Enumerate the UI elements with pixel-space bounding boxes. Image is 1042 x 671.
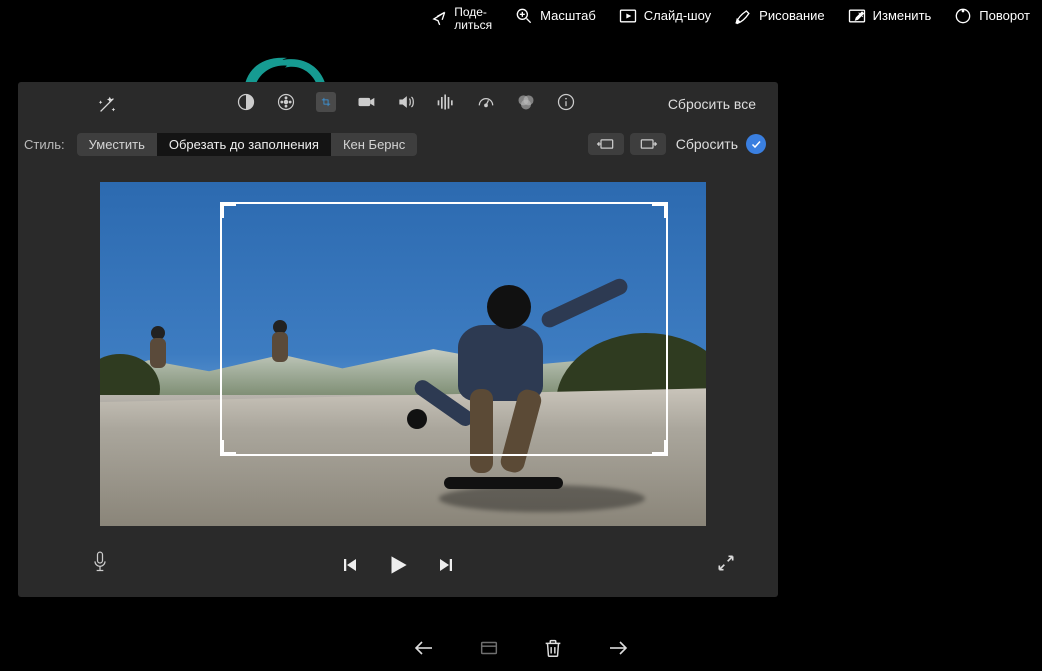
crop-handle-br[interactable]: [652, 440, 668, 456]
magic-wand-button[interactable]: [96, 94, 118, 121]
play-button[interactable]: [385, 552, 411, 578]
crop-to-fill-option[interactable]: Обрезать до заполнения: [157, 133, 331, 156]
share-icon: [428, 9, 448, 29]
top-menu-bar: Поде- литься Масштаб Слайд-шоу Рисование…: [0, 0, 1042, 38]
crop-frame[interactable]: [220, 202, 668, 456]
crop-button[interactable]: [316, 92, 336, 112]
rotate-ccw-button[interactable]: [588, 133, 624, 155]
volume-button[interactable]: [396, 92, 416, 112]
adjust-toolbar: Сбросить все: [18, 82, 778, 126]
zoom-icon: [514, 6, 534, 26]
share-label: Поде- литься: [454, 6, 492, 32]
reset-crop-button[interactable]: Сбросить: [676, 136, 738, 152]
crop-handle-tr[interactable]: [652, 202, 668, 218]
draw-label: Рисование: [759, 9, 824, 23]
color-filter-button[interactable]: [516, 92, 536, 112]
fit-option[interactable]: Уместить: [77, 133, 157, 156]
next-frame-button[interactable]: [437, 556, 455, 574]
ken-burns-option[interactable]: Кен Бернс: [331, 133, 417, 156]
rotate-label: Поворот: [979, 9, 1030, 23]
stabilization-button[interactable]: [356, 92, 376, 112]
noise-reduction-button[interactable]: [436, 92, 456, 112]
forward-buttonパ[interactable]: [606, 636, 630, 660]
share-button[interactable]: Поде- литься: [428, 6, 492, 32]
fullscreen-button[interactable]: [716, 553, 736, 578]
crop-style-row: Стиль: Уместить Обрезать до заполнения К…: [18, 126, 778, 162]
crop-handle-tl[interactable]: [220, 202, 236, 218]
info-button[interactable]: [556, 92, 576, 112]
style-label: Стиль:: [24, 137, 65, 152]
voiceover-button[interactable]: [90, 550, 110, 581]
reset-all-button[interactable]: Сбросить все: [668, 96, 756, 112]
rotate-icon: [953, 6, 973, 26]
collection-button[interactable]: [478, 637, 500, 659]
zoom-button[interactable]: Масштаб: [514, 6, 596, 26]
speed-button[interactable]: [476, 92, 496, 112]
slideshow-icon: [618, 6, 638, 26]
zoom-label: Масштаб: [540, 9, 596, 23]
rotate-button[interactable]: Поворот: [953, 6, 1030, 26]
video-preview[interactable]: [100, 182, 706, 526]
viewer-bottom-bar: [0, 625, 1042, 671]
slideshow-button[interactable]: Слайд-шоу: [618, 6, 711, 26]
slideshow-label: Слайд-шоу: [644, 9, 711, 23]
prev-frame-button[interactable]: [341, 556, 359, 574]
rotate-cw-button[interactable]: [630, 133, 666, 155]
color-correction-button[interactable]: [276, 92, 296, 112]
edit-icon: [847, 6, 867, 26]
playback-bar: [18, 545, 778, 585]
video-editor-panel: Сбросить все Стиль: Уместить Обрезать до…: [18, 82, 778, 597]
apply-button[interactable]: [746, 134, 766, 154]
back-button[interactable]: [412, 636, 436, 660]
style-segmented-control: Уместить Обрезать до заполнения Кен Берн…: [77, 133, 418, 156]
edit-label: Изменить: [873, 9, 932, 23]
draw-icon: [733, 6, 753, 26]
delete-button[interactable]: [542, 637, 564, 659]
crop-handle-bl[interactable]: [220, 440, 236, 456]
draw-button[interactable]: Рисование: [733, 6, 824, 26]
edit-button[interactable]: Изменить: [847, 6, 932, 26]
color-balance-button[interactable]: [236, 92, 256, 112]
